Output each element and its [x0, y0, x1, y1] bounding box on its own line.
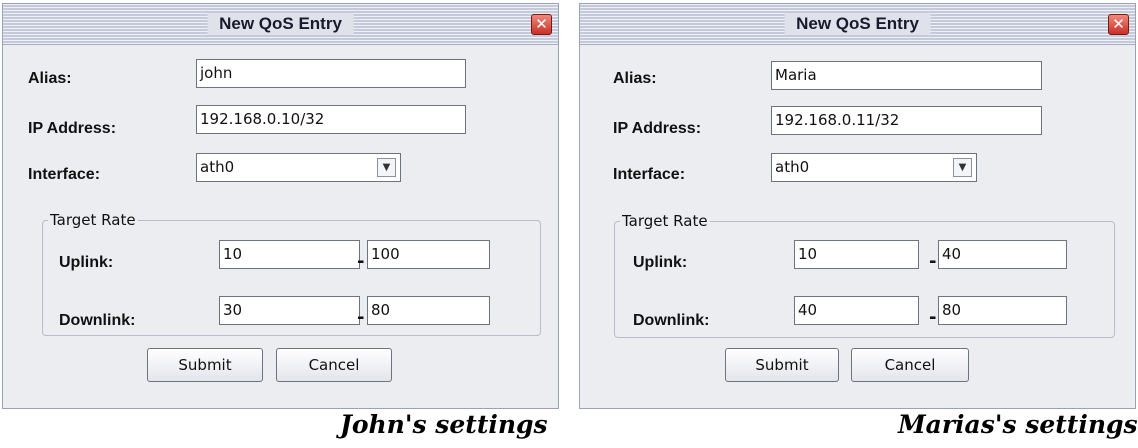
alias-input[interactable]: Maria [771, 61, 1042, 90]
ip-address-input[interactable]: 192.168.0.10/32 [196, 105, 466, 134]
uplink-max-input[interactable]: 40 [938, 240, 1067, 269]
qos-dialog-john: New QoS Entry ✕ Alias: john IP Address: … [2, 3, 559, 409]
uplink-max-input[interactable]: 100 [367, 240, 490, 269]
ip-address-label: IP Address: [28, 120, 117, 137]
qos-dialog-maria: New QoS Entry ✕ Alias: Maria IP Address:… [579, 3, 1136, 409]
chevron-down-icon[interactable]: ▼ [377, 158, 396, 177]
cancel-button[interactable]: Cancel [851, 348, 969, 382]
submit-button[interactable]: Submit [147, 348, 263, 382]
interface-selected-value: ath0 [200, 158, 235, 176]
interface-select[interactable]: ath0 ▼ [771, 153, 977, 182]
dialog-title: New QoS Entry [784, 13, 931, 35]
cancel-button[interactable]: Cancel [276, 348, 392, 382]
downlink-range-separator: - [357, 307, 365, 328]
uplink-range-separator: - [357, 251, 365, 272]
interface-select[interactable]: ath0 ▼ [196, 153, 401, 182]
close-icon[interactable]: ✕ [531, 14, 552, 35]
uplink-range-separator: - [929, 251, 937, 272]
downlink-min-input[interactable]: 30 [219, 296, 360, 325]
caption-john: John's settings [340, 410, 548, 439]
uplink-min-input[interactable]: 10 [219, 240, 360, 269]
ip-address-input[interactable]: 192.168.0.11/32 [771, 106, 1042, 135]
ip-address-label: IP Address: [613, 120, 702, 137]
uplink-label: Uplink: [633, 254, 688, 271]
uplink-min-input[interactable]: 10 [794, 240, 919, 269]
close-icon[interactable]: ✕ [1108, 14, 1129, 35]
caption-maria: Marias's settings [898, 410, 1138, 439]
dialog-titlebar[interactable]: New QoS Entry ✕ [580, 4, 1135, 45]
interface-selected-value: ath0 [775, 158, 810, 176]
alias-label: Alias: [613, 70, 657, 87]
submit-button[interactable]: Submit [725, 348, 839, 382]
alias-input[interactable]: john [196, 59, 466, 88]
chevron-down-icon[interactable]: ▼ [953, 158, 972, 177]
interface-label: Interface: [613, 166, 686, 183]
downlink-label: Downlink: [59, 312, 136, 329]
downlink-max-input[interactable]: 80 [367, 296, 490, 325]
interface-label: Interface: [28, 166, 101, 183]
downlink-max-input[interactable]: 80 [938, 296, 1067, 325]
downlink-range-separator: - [929, 307, 937, 328]
dialog-title: New QoS Entry [207, 13, 354, 35]
uplink-label: Uplink: [59, 254, 114, 271]
alias-label: Alias: [28, 70, 72, 87]
downlink-label: Downlink: [633, 312, 710, 329]
target-rate-legend: Target Rate [620, 211, 710, 231]
target-rate-legend: Target Rate [48, 210, 138, 230]
dialog-titlebar[interactable]: New QoS Entry ✕ [3, 4, 558, 45]
downlink-min-input[interactable]: 40 [794, 296, 919, 325]
